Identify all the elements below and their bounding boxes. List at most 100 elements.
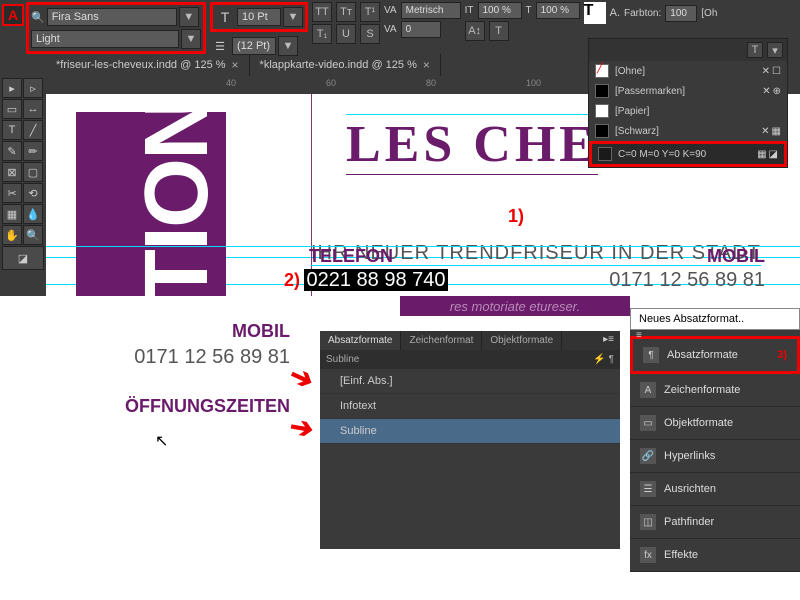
quick-apply-icon[interactable]: ⚡ ¶ [593, 354, 614, 365]
flyout-hyperlinks[interactable]: 🔗 Hyperlinks [630, 440, 800, 473]
tint-input[interactable] [665, 5, 697, 22]
close-icon[interactable]: × [423, 58, 430, 72]
flyout-ausrichten[interactable]: ☰ Ausrichten [630, 473, 800, 506]
character-styles-icon: A [640, 382, 656, 398]
strikethrough-icon[interactable]: S [360, 24, 380, 44]
small-caps-icon[interactable]: Tᴛ [336, 2, 356, 22]
pen-tool[interactable]: ✎ [2, 141, 22, 161]
swatch-black[interactable]: [Schwarz] ✕▦ [589, 121, 787, 141]
selected-phone-number[interactable]: 0221 88 98 740 [304, 269, 447, 291]
fill-color-icon[interactable]: T [584, 2, 606, 24]
superscript-icon[interactable]: T¹ [360, 2, 380, 22]
kerning-tracking: VA VA [384, 2, 461, 38]
baseline-shift-icon[interactable]: A↕ [465, 21, 485, 41]
panel-icon[interactable]: T [747, 42, 763, 58]
zoom-tool[interactable]: 🔍 [23, 225, 43, 245]
font-family-controls: 🔍 ▼ ▼ [26, 2, 206, 54]
flyout-objektformate[interactable]: ▭ Objektformate [630, 407, 800, 440]
tint-label: Farbton: [624, 8, 661, 19]
kerning-select[interactable] [401, 2, 461, 19]
panel-menu-icon[interactable]: ▸≡ [597, 331, 620, 350]
direct-select-tool[interactable]: ▹ [23, 78, 43, 98]
scissors-tool[interactable]: ✂ [2, 183, 22, 203]
tab-objektformate[interactable]: Objektformate [482, 331, 562, 350]
tab-absatzformate[interactable]: Absatzformate [320, 331, 401, 350]
all-caps-icon[interactable]: TT [312, 2, 332, 22]
skew-icon[interactable]: T [489, 21, 509, 41]
align-icon: ☰ [640, 481, 656, 497]
dropdown-icon[interactable]: ▼ [283, 7, 303, 27]
cmyk-icon: ▦ [772, 126, 781, 137]
none-icon: ☐ [772, 66, 781, 77]
style-infotext[interactable]: Infotext [320, 394, 620, 419]
mobil-number: 0171 12 56 89 81 [609, 269, 765, 292]
telefon-label: TELEFON [309, 246, 393, 267]
subscript-icon[interactable]: T₁ [312, 24, 332, 44]
style-subline[interactable]: Subline [320, 419, 620, 444]
pathfinder-icon: ◫ [640, 514, 656, 530]
leading-input[interactable] [232, 37, 276, 55]
mobil-number-2: 0171 12 56 89 81 [134, 346, 290, 369]
main-headline: LES CHE [346, 114, 598, 175]
rectangle-tool[interactable]: ▢ [23, 162, 43, 182]
font-size-icon: T [215, 7, 235, 27]
tracking-input[interactable] [401, 21, 441, 38]
pencil-tool[interactable]: ✏ [23, 141, 43, 161]
process-icon: ◪ [769, 149, 778, 160]
page-tool[interactable]: ▭ [2, 99, 22, 119]
swatch-none[interactable]: ╱ [Ohne] ✕☐ [589, 61, 787, 81]
swatch-k90[interactable]: C=0 M=0 Y=0 K=90 ▦◪ [589, 141, 787, 167]
character-panel-icon[interactable]: A [2, 4, 24, 26]
horizontal-scale[interactable] [536, 2, 580, 19]
fill-stroke-icon[interactable]: ◪ [2, 246, 44, 270]
selection-tool[interactable]: ▸ [2, 78, 22, 98]
current-style-label: Subline [326, 354, 359, 365]
paragraph-styles-panel: Absatzformate Zeichenformat Objektformat… [320, 331, 620, 549]
flyout-pathfinder[interactable]: ◫ Pathfinder [630, 506, 800, 539]
lock-icon: ✕ [761, 126, 769, 137]
style-basic-paragraph[interactable]: [Einf. Abs.] [320, 369, 620, 394]
tab-zeichenformat[interactable]: Zeichenformat [401, 331, 482, 350]
flyout-effekte[interactable]: fx Effekte [630, 539, 800, 572]
line-tool[interactable]: ╱ [23, 120, 43, 140]
annotation-1: 1) [508, 206, 524, 227]
hand-tool[interactable]: ✋ [2, 225, 22, 245]
faded-text-bar: res motoriate etureser. [400, 296, 630, 316]
hours-label: ÖFFNUNGSZEITEN [125, 396, 290, 417]
swatch-registration[interactable]: [Passermarken] ✕⊕ [589, 81, 787, 101]
swatches-panel: T ▾ ╱ [Ohne] ✕☐ [Passermarken] ✕⊕ [Papie… [588, 38, 788, 168]
panel-menu-icon[interactable]: ▾ [767, 42, 783, 58]
eyedropper-tool[interactable]: 💧 [23, 204, 43, 224]
lock-icon: ✕ [762, 86, 770, 97]
font-size-controls: T ▼ [210, 2, 308, 32]
flyout-zeichenformate[interactable]: A Zeichenformate [630, 374, 800, 407]
object-styles-icon: ▭ [640, 415, 656, 431]
flyout-absatzformate[interactable]: ¶ Absatzformate 3) [630, 336, 800, 374]
annotation-3: 3) [777, 349, 787, 361]
panel-menu-icon[interactable]: ≡ [636, 330, 642, 336]
rotated-headline: TION [126, 97, 229, 304]
tool-palette: ▸ ▹ ▭ ↔ T ╱ ✎ ✏ ⊠ ▢ ✂ ⟲ ▦ 💧 ✋ 🔍 ◪ [0, 76, 46, 296]
font-size-input[interactable] [237, 8, 281, 26]
gap-tool[interactable]: ↔ [23, 99, 43, 119]
vertical-scale[interactable] [478, 2, 522, 19]
gradient-tool[interactable]: ▦ [2, 204, 22, 224]
cmyk-icon: ▦ [757, 149, 766, 160]
dropdown-icon[interactable]: ▼ [179, 7, 199, 27]
transform-tool[interactable]: ⟲ [23, 183, 43, 203]
leading-icon: ☰ [210, 36, 230, 56]
scale-controls: IT T A↕ T [465, 2, 580, 41]
rectangle-frame-tool[interactable]: ⊠ [2, 162, 22, 182]
font-weight-select[interactable] [31, 30, 179, 48]
close-icon[interactable]: × [232, 58, 239, 72]
cursor-icon: ↖ [155, 431, 168, 451]
swatch-paper[interactable]: [Papier] [589, 101, 787, 121]
type-tool[interactable]: T [2, 120, 22, 140]
bottom-canvas: MOBIL 0171 12 56 89 81 ÖFFNUNGSZEITEN ↖ [0, 296, 320, 600]
new-paragraph-style[interactable]: Neues Absatzformat.. [630, 308, 800, 330]
dropdown-icon[interactable]: ▼ [278, 36, 298, 56]
font-family-select[interactable] [47, 8, 177, 26]
underline-icon[interactable]: U [336, 24, 356, 44]
registration-icon: ⊕ [773, 86, 781, 97]
dropdown-icon[interactable]: ▼ [181, 29, 201, 49]
